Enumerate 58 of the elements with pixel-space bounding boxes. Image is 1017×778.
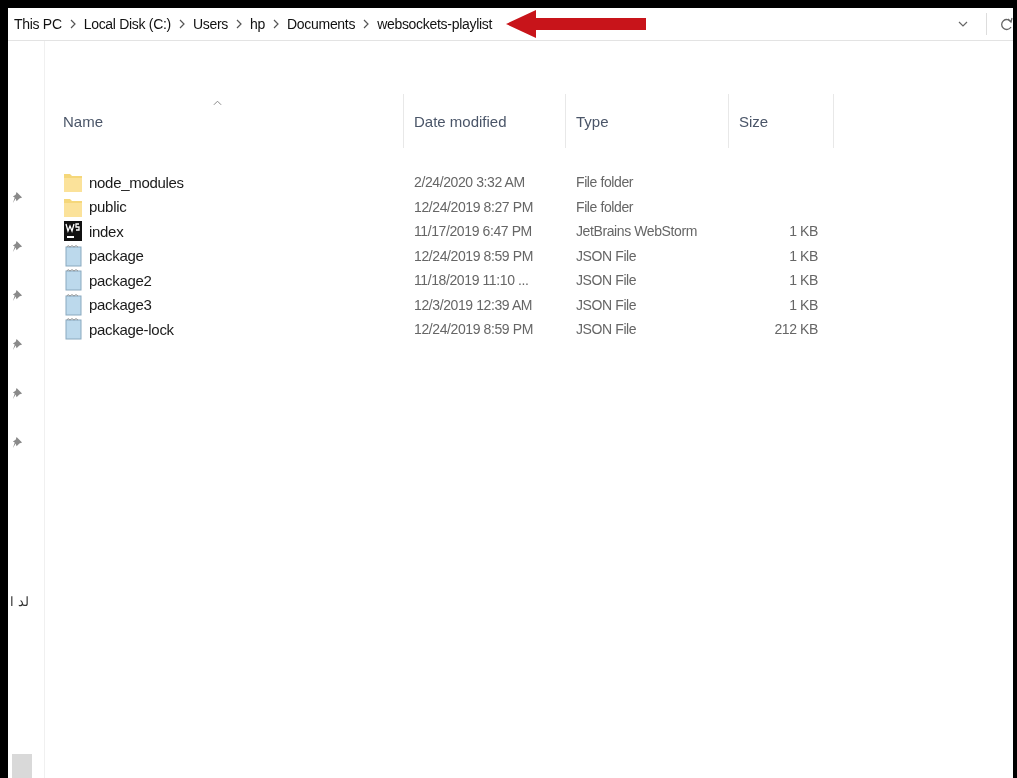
size-cell: 212 KB <box>774 321 818 338</box>
document-icon <box>63 318 83 341</box>
date-cell: 12/24/2019 8:27 PM <box>414 198 533 215</box>
type-cell: File folder <box>576 198 634 215</box>
type-cell: JSON File <box>576 247 637 264</box>
refresh-icon[interactable] <box>1001 17 1013 31</box>
pin-icon[interactable] <box>12 387 23 400</box>
file-name[interactable]: public <box>89 198 127 216</box>
sort-icon[interactable] <box>213 100 222 106</box>
chevron-icon <box>236 19 243 29</box>
pin-icon[interactable] <box>12 289 23 302</box>
file-name[interactable]: node_modules <box>89 173 184 191</box>
app-icon <box>63 220 83 243</box>
breadcrumb-item[interactable]: Documents <box>287 16 356 32</box>
scrollbar-thumb[interactable] <box>12 754 32 778</box>
folder-icon <box>63 171 83 194</box>
size-cell: 1 KB <box>789 296 818 313</box>
pin-icon[interactable] <box>12 191 23 204</box>
chevron-icon <box>179 19 185 29</box>
document-icon <box>63 293 83 316</box>
type-cell: JetBrains WebStorm <box>576 223 697 240</box>
breadcrumb-item[interactable]: Local Disk (C:) <box>83 16 171 32</box>
file-name[interactable]: package2 <box>89 271 152 289</box>
date-cell: 2/24/2020 3:32 AM <box>414 174 525 191</box>
type-cell: JSON File <box>576 296 637 313</box>
type-cell: File folder <box>576 174 634 191</box>
arrow-icon <box>506 9 647 39</box>
column-header[interactable]: Date modified <box>404 94 566 148</box>
file-name[interactable]: package-lock <box>89 320 174 338</box>
size-cell: 1 KB <box>789 272 818 289</box>
size-cell: 1 KB <box>789 223 818 240</box>
breadcrumb-item[interactable]: This PC <box>14 16 62 32</box>
pin-icon[interactable] <box>12 436 23 449</box>
column-header[interactable]: Type <box>566 94 729 148</box>
chevron-icon <box>363 19 370 29</box>
breadcrumb-item[interactable]: hp <box>250 16 266 32</box>
document-icon <box>63 269 83 292</box>
date-cell: 11/18/2019 11:10 ... <box>414 272 529 289</box>
date-cell: 12/24/2019 8:59 PM <box>414 321 533 338</box>
file-name[interactable]: index <box>89 222 124 240</box>
document-icon <box>63 244 83 267</box>
column-header[interactable]: Size <box>729 94 834 148</box>
column-header[interactable]: Name <box>45 94 404 148</box>
size-cell: 1 KB <box>789 247 818 264</box>
nav-item[interactable]: لد ا <box>8 594 44 609</box>
type-cell: JSON File <box>576 321 637 338</box>
date-cell: 12/24/2019 8:59 PM <box>414 247 533 264</box>
date-cell: 12/3/2019 12:39 AM <box>414 296 533 313</box>
date-cell: 11/17/2019 6:47 PM <box>414 223 532 240</box>
breadcrumb-item[interactable]: Users <box>193 16 229 32</box>
file-name[interactable]: package <box>89 247 144 265</box>
breadcrumb-item[interactable]: websockets-playlist <box>377 16 493 32</box>
pin-icon[interactable] <box>12 338 23 351</box>
file-name[interactable]: package3 <box>89 296 152 314</box>
chevron-icon <box>69 19 76 29</box>
chevron-icon <box>273 19 280 29</box>
type-cell: JSON File <box>576 272 637 289</box>
pin-icon[interactable] <box>12 240 23 253</box>
